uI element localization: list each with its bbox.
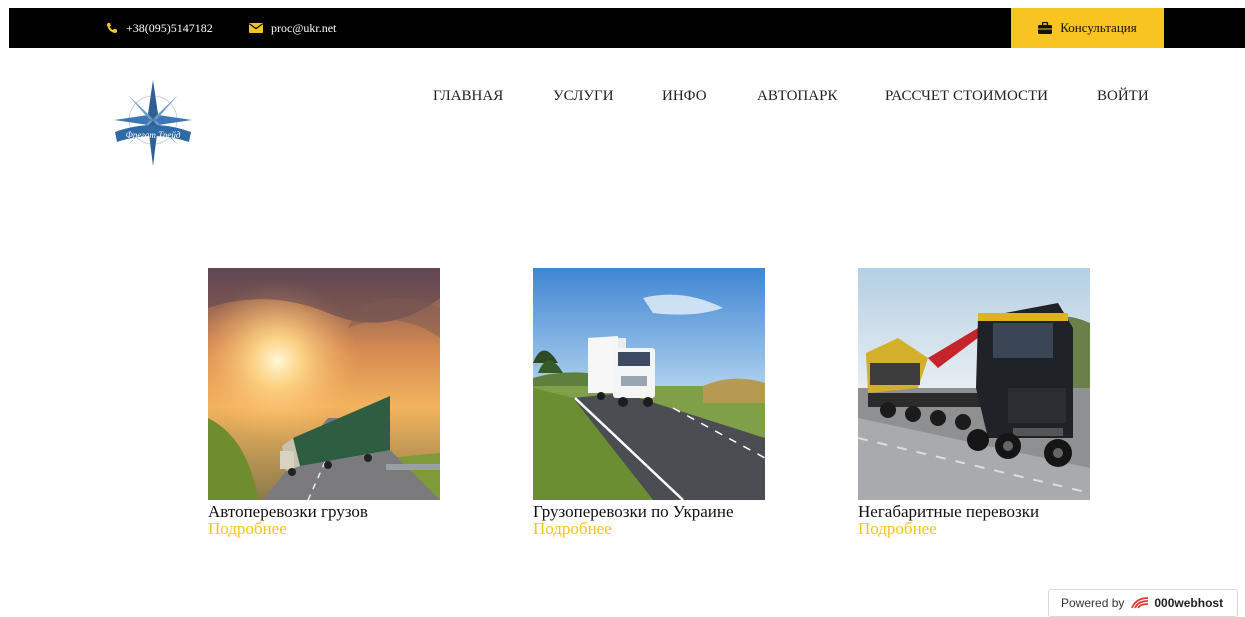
service-card-ukraine: Грузоперевозки по Украине Подробнее <box>533 268 765 537</box>
more-link[interactable]: Подробнее <box>208 520 440 537</box>
sunset-truck-image[interactable] <box>208 268 440 500</box>
nav-fleet[interactable]: АВТОПАРК <box>757 88 837 105</box>
webhost-brand: 000webhost <box>1154 596 1224 610</box>
service-card-oversized: Негабаритные перевозки Подробнее <box>858 268 1090 537</box>
highway-truck-image[interactable] <box>533 268 765 500</box>
nav-info[interactable]: ИНФО <box>662 88 707 105</box>
nav-services[interactable]: УСЛУГИ <box>553 88 614 105</box>
logo[interactable]: Фрегат Трейд <box>112 80 194 166</box>
nav-cost-calculation[interactable]: РАССЧЕТ СТОИМОСТИ <box>885 88 1048 105</box>
more-link[interactable]: Подробнее <box>858 520 1090 537</box>
consultation-label: Консультация <box>1060 20 1137 35</box>
consultation-button[interactable]: Консультация <box>1011 8 1164 48</box>
powered-by-badge[interactable]: Powered by 000webhost <box>1048 589 1238 617</box>
email-address: proc@ukr.net <box>271 20 337 35</box>
nav-login[interactable]: ВОЙТИ <box>1097 88 1149 105</box>
webhost-logo-icon <box>1131 597 1149 609</box>
phone-icon <box>106 23 117 34</box>
logo-text: Фрегат Трейд <box>126 130 181 140</box>
service-card-freight: Автоперевозки грузов Подробнее <box>208 268 440 537</box>
phone-number: +38(095)5147182 <box>126 20 213 35</box>
envelope-icon <box>249 23 263 33</box>
email-contact[interactable]: proc@ukr.net <box>249 8 336 48</box>
more-link[interactable]: Подробнее <box>533 520 765 537</box>
top-bar: +38(095)5147182 proc@ukr.net Консультаци… <box>9 8 1245 48</box>
phone-contact[interactable]: +38(095)5147182 <box>106 8 213 48</box>
compass-logo-icon: Фрегат Трейд <box>114 80 192 166</box>
nav-home[interactable]: ГЛАВНАЯ <box>433 88 503 105</box>
briefcase-icon <box>1038 22 1053 34</box>
powered-by-text: Powered by <box>1061 596 1125 610</box>
oversized-truck-image[interactable] <box>858 268 1090 500</box>
